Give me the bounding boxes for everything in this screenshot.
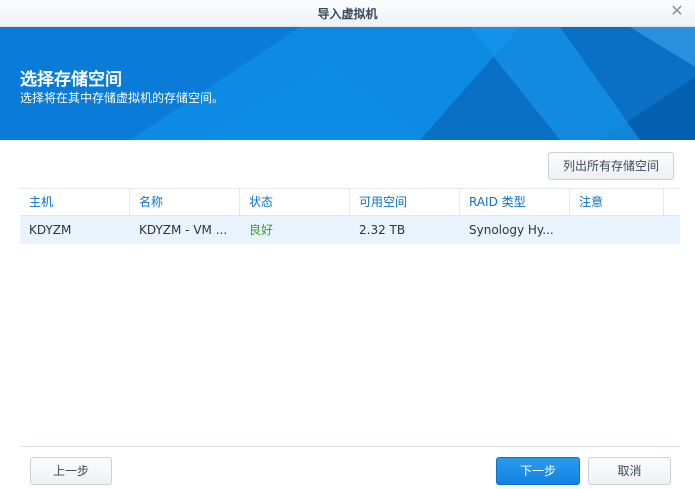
- previous-button[interactable]: 上一步: [30, 457, 112, 485]
- header-banner: 选择存储空间 选择将在其中存储虚拟机的存储空间。: [0, 27, 695, 140]
- column-header-name[interactable]: 名称: [130, 189, 240, 215]
- storage-table: 主机 名称 状态 可用空间 RAID 类型 注意 KDYZM KDYZM - V…: [20, 188, 680, 244]
- cell-name: KDYZM - VM ...: [139, 223, 228, 237]
- column-header-note[interactable]: 注意: [570, 189, 664, 215]
- page-subtitle: 选择将在其中存储虚拟机的存储空间。: [20, 91, 225, 105]
- column-header-raid-type[interactable]: RAID 类型: [460, 189, 570, 215]
- cell-free-space: 2.32 TB: [359, 223, 406, 237]
- window-titlebar: 导入虚拟机 ✕: [0, 0, 695, 27]
- cell-raid-type: Synology Hy...: [469, 223, 554, 237]
- cell-status: 良好: [249, 223, 274, 237]
- footer-divider: [20, 446, 680, 447]
- cancel-button[interactable]: 取消: [588, 457, 671, 485]
- next-button[interactable]: 下一步: [496, 457, 580, 485]
- column-header-host[interactable]: 主机: [20, 189, 130, 215]
- close-icon[interactable]: ✕: [669, 3, 685, 19]
- column-header-status[interactable]: 状态: [240, 189, 350, 215]
- list-all-volumes-button[interactable]: 列出所有存储空间: [548, 152, 674, 180]
- page-title: 选择存储空间: [20, 70, 122, 90]
- cell-host: KDYZM: [29, 223, 72, 237]
- table-row[interactable]: KDYZM KDYZM - VM ... 良好 2.32 TB Synology…: [20, 216, 680, 244]
- table-header: 主机 名称 状态 可用空间 RAID 类型 注意: [20, 188, 680, 216]
- cell-note: [570, 216, 664, 244]
- column-header-free-space[interactable]: 可用空间: [350, 189, 460, 215]
- window-title: 导入虚拟机: [317, 7, 378, 21]
